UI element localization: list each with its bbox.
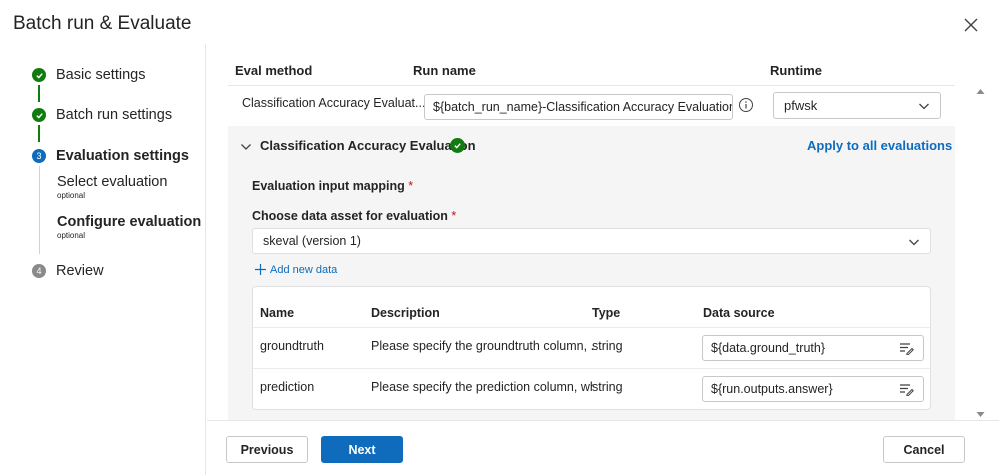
cell-name: groundtruth xyxy=(260,339,324,353)
scroll-down-arrow-icon[interactable] xyxy=(976,411,985,418)
sub-step-hint: optional xyxy=(57,191,86,200)
scroll-up-arrow-icon[interactable] xyxy=(976,88,985,95)
evaluation-input-mapping-label: Evaluation input mapping * xyxy=(252,179,413,193)
chevron-down-icon xyxy=(909,239,919,246)
chevron-down-icon xyxy=(919,103,929,110)
plus-icon xyxy=(255,264,266,275)
cancel-button[interactable]: Cancel xyxy=(883,436,965,463)
runtime-dropdown[interactable]: pfwsk xyxy=(773,92,941,119)
column-header-data-source: Data source xyxy=(703,306,775,320)
add-new-data-button[interactable]: Add new data xyxy=(254,263,337,276)
evaluation-config-panel: Classification Accuracy Evaluation Apply… xyxy=(228,126,955,420)
mapping-label-text: Evaluation input mapping xyxy=(252,179,405,193)
step-number-icon: 3 xyxy=(32,149,46,163)
data-source-input[interactable]: ${run.outputs.answer} xyxy=(702,376,924,402)
check-circle-icon xyxy=(32,68,46,82)
check-circle-icon xyxy=(450,138,465,153)
sub-step-select-evaluation[interactable]: Select evaluation optional xyxy=(57,174,167,200)
input-mapping-table: Name Description Type Data source ground… xyxy=(252,286,931,410)
add-new-data-label: Add new data xyxy=(270,263,338,276)
step-basic-settings[interactable]: Basic settings xyxy=(32,67,145,83)
data-asset-value: skeval (version 1) xyxy=(263,234,361,248)
sub-step-hint: optional xyxy=(57,231,86,240)
step-label: Evaluation settings xyxy=(56,148,189,164)
step-number-icon: 4 xyxy=(32,264,46,278)
cell-type: string xyxy=(592,380,623,394)
close-icon xyxy=(964,18,978,32)
required-mark: * xyxy=(408,179,414,193)
header-run-name: Run name xyxy=(413,63,476,78)
header-runtime: Runtime xyxy=(770,63,822,78)
step-label: Basic settings xyxy=(56,67,146,83)
table-row: prediction Please specify the prediction… xyxy=(253,368,930,409)
cell-type: string xyxy=(592,339,623,353)
chevron-down-icon[interactable] xyxy=(240,141,252,153)
cell-name: prediction xyxy=(260,380,315,394)
step-connector xyxy=(38,125,40,142)
run-name-input[interactable]: ${batch_run_name}-Classification Accurac… xyxy=(424,94,733,120)
next-button[interactable]: Next xyxy=(321,436,403,463)
choose-data-asset-label: Choose data asset for evaluation * xyxy=(252,209,456,223)
dialog-footer: Previous Next Cancel xyxy=(207,420,999,475)
step-review[interactable]: 4 Review xyxy=(32,263,104,279)
text-edit-icon[interactable] xyxy=(899,383,914,396)
text-edit-icon[interactable] xyxy=(899,342,914,355)
step-batch-run-settings[interactable]: Batch run settings xyxy=(32,107,172,123)
dialog-title: Batch run & Evaluate xyxy=(13,13,192,34)
evaluation-panel-title[interactable]: Classification Accuracy Evaluation xyxy=(260,138,476,153)
required-mark: * xyxy=(451,209,457,223)
step-label: Batch run settings xyxy=(56,107,173,123)
sub-step-label: Configure evaluation xyxy=(57,214,202,230)
apply-to-all-link[interactable]: Apply to all evaluations xyxy=(807,138,952,153)
step-label: Review xyxy=(56,263,104,279)
step-evaluation-settings[interactable]: 3 Evaluation settings xyxy=(32,148,189,164)
previous-button[interactable]: Previous xyxy=(226,436,308,463)
main-content: Eval method Run name Runtime Classificat… xyxy=(207,44,985,420)
eval-method-name: Classification Accuracy Evaluat... xyxy=(242,96,426,110)
choose-label-text: Choose data asset for evaluation xyxy=(252,209,448,223)
wizard-sidebar: Basic settings Batch run settings 3 Eval… xyxy=(0,44,206,475)
data-source-value: ${data.ground_truth} xyxy=(711,341,825,355)
column-header-type: Type xyxy=(592,306,621,320)
info-icon[interactable] xyxy=(738,97,754,113)
sub-step-line xyxy=(39,166,40,254)
sub-step-configure-evaluation[interactable]: Configure evaluation optional xyxy=(57,214,201,240)
sub-step-label: Select evaluation xyxy=(57,174,168,190)
check-circle-icon xyxy=(32,108,46,122)
cell-description: Please specify the groundtruth column, .… xyxy=(371,339,593,353)
column-header-name: Name xyxy=(260,306,295,320)
data-asset-dropdown[interactable]: skeval (version 1) xyxy=(252,228,931,254)
table-row: groundtruth Please specify the groundtru… xyxy=(253,327,930,368)
cell-description: Please specify the prediction column, wh… xyxy=(371,380,593,394)
column-header-description: Description xyxy=(371,306,440,320)
data-source-input[interactable]: ${data.ground_truth} xyxy=(702,335,924,361)
step-connector xyxy=(38,85,40,102)
data-source-value: ${run.outputs.answer} xyxy=(711,382,833,396)
header-eval-method: Eval method xyxy=(235,63,313,78)
close-button[interactable] xyxy=(960,14,982,36)
runtime-value: pfwsk xyxy=(784,98,818,113)
